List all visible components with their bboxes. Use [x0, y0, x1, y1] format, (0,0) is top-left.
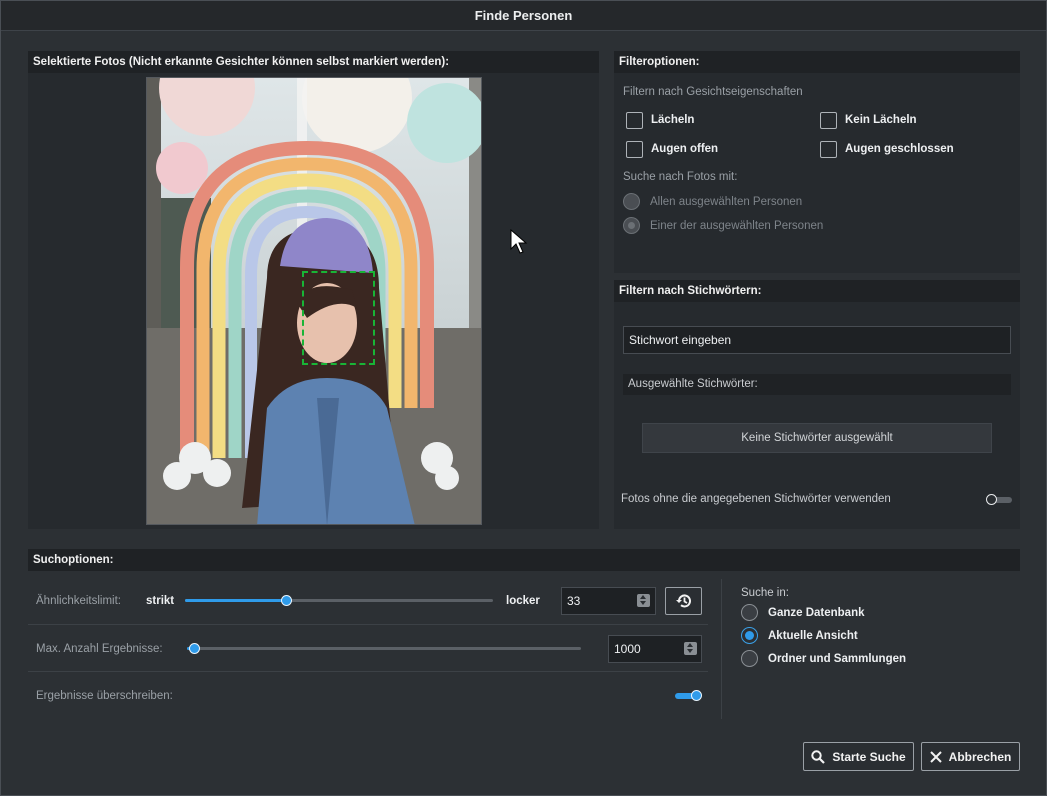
selected-keywords-label: Ausgewählte Stichwörter:: [623, 374, 1011, 395]
max-results-slider-thumb[interactable]: [189, 643, 200, 654]
whole-database-label: Ganze Datenbank: [768, 607, 865, 619]
all-persons-label: Allen ausgewählten Personen: [650, 196, 803, 208]
eyes-closed-checkbox[interactable]: [820, 141, 837, 158]
cancel-label: Abbrechen: [948, 749, 1012, 764]
all-persons-radio[interactable]: [623, 193, 640, 210]
max-results-spinner-icon[interactable]: [684, 642, 697, 655]
exclude-keywords-label: Fotos ohne die angegebenen Stichwörter v…: [621, 493, 891, 505]
cancel-button[interactable]: Abbrechen: [921, 742, 1020, 771]
any-person-label: Einer der ausgewählten Personen: [650, 220, 824, 232]
similarity-spinner-icon[interactable]: [637, 594, 650, 607]
search-in-label: Suche in:: [741, 587, 789, 599]
max-results-label: Max. Anzahl Ergebnisse:: [36, 643, 163, 655]
similarity-slider-thumb[interactable]: [281, 595, 292, 606]
dialog-title: Finde Personen: [1, 1, 1046, 31]
folders-collections-radio[interactable]: [741, 650, 758, 667]
overwrite-results-toggle-knob[interactable]: [691, 690, 702, 701]
overwrite-results-label: Ergebnisse überschreiben:: [36, 690, 173, 702]
search-icon: [811, 749, 826, 764]
similarity-label: Ähnlichkeitslimit:: [36, 595, 121, 607]
find-persons-dialog: Finde Personen Selektierte Fotos (Nicht …: [0, 0, 1047, 796]
keyword-panel-title: Filtern nach Stichwörtern:: [614, 280, 1020, 302]
no-smile-checkbox[interactable]: [820, 112, 837, 129]
max-results-slider-track[interactable]: [187, 647, 581, 650]
start-search-button[interactable]: Starte Suche: [803, 742, 914, 771]
search-with-label: Suche nach Fotos mit:: [623, 171, 738, 183]
eyes-open-checkbox[interactable]: [626, 141, 643, 158]
photos-panel-title: Selektierte Fotos (Nicht erkannte Gesich…: [28, 51, 599, 73]
face-detection-box[interactable]: [302, 271, 375, 365]
exclude-keywords-toggle-knob[interactable]: [986, 494, 997, 505]
any-person-radio[interactable]: [623, 217, 640, 234]
mouse-cursor-icon: [510, 229, 528, 254]
close-icon: [929, 750, 942, 763]
folders-collections-label: Ordner und Sammlungen: [768, 653, 907, 665]
keyword-input[interactable]: Stichwort eingeben: [623, 326, 1011, 354]
smile-checkbox[interactable]: [626, 112, 643, 129]
current-view-label: Aktuelle Ansicht: [768, 630, 858, 642]
reset-similarity-button[interactable]: [665, 587, 702, 615]
search-options-title: Suchoptionen:: [28, 549, 1020, 571]
whole-database-radio[interactable]: [741, 604, 758, 621]
filter-panel-title: Filteroptionen:: [614, 51, 1020, 73]
similarity-max-label: locker: [506, 595, 540, 607]
no-smile-label: Kein Lächeln: [845, 114, 917, 126]
smile-label: Lächeln: [651, 114, 695, 126]
face-filter-heading: Filtern nach Gesichtseigenschaften: [623, 86, 803, 98]
similarity-value: 33: [567, 594, 581, 608]
eyes-closed-label: Augen geschlossen: [845, 143, 954, 155]
separator-2: [28, 671, 708, 672]
similarity-min-label: strikt: [146, 595, 175, 607]
current-view-radio[interactable]: [741, 627, 758, 644]
max-results-value: 1000: [614, 642, 641, 656]
separator-1: [28, 624, 708, 625]
vertical-divider: [721, 579, 722, 719]
eyes-open-label: Augen offen: [651, 143, 719, 155]
start-search-label: Starte Suche: [832, 749, 906, 764]
similarity-slider-fill: [185, 599, 287, 602]
no-keywords-button[interactable]: Keine Stichwörter ausgewählt: [642, 423, 992, 453]
history-reset-icon: [675, 594, 691, 608]
